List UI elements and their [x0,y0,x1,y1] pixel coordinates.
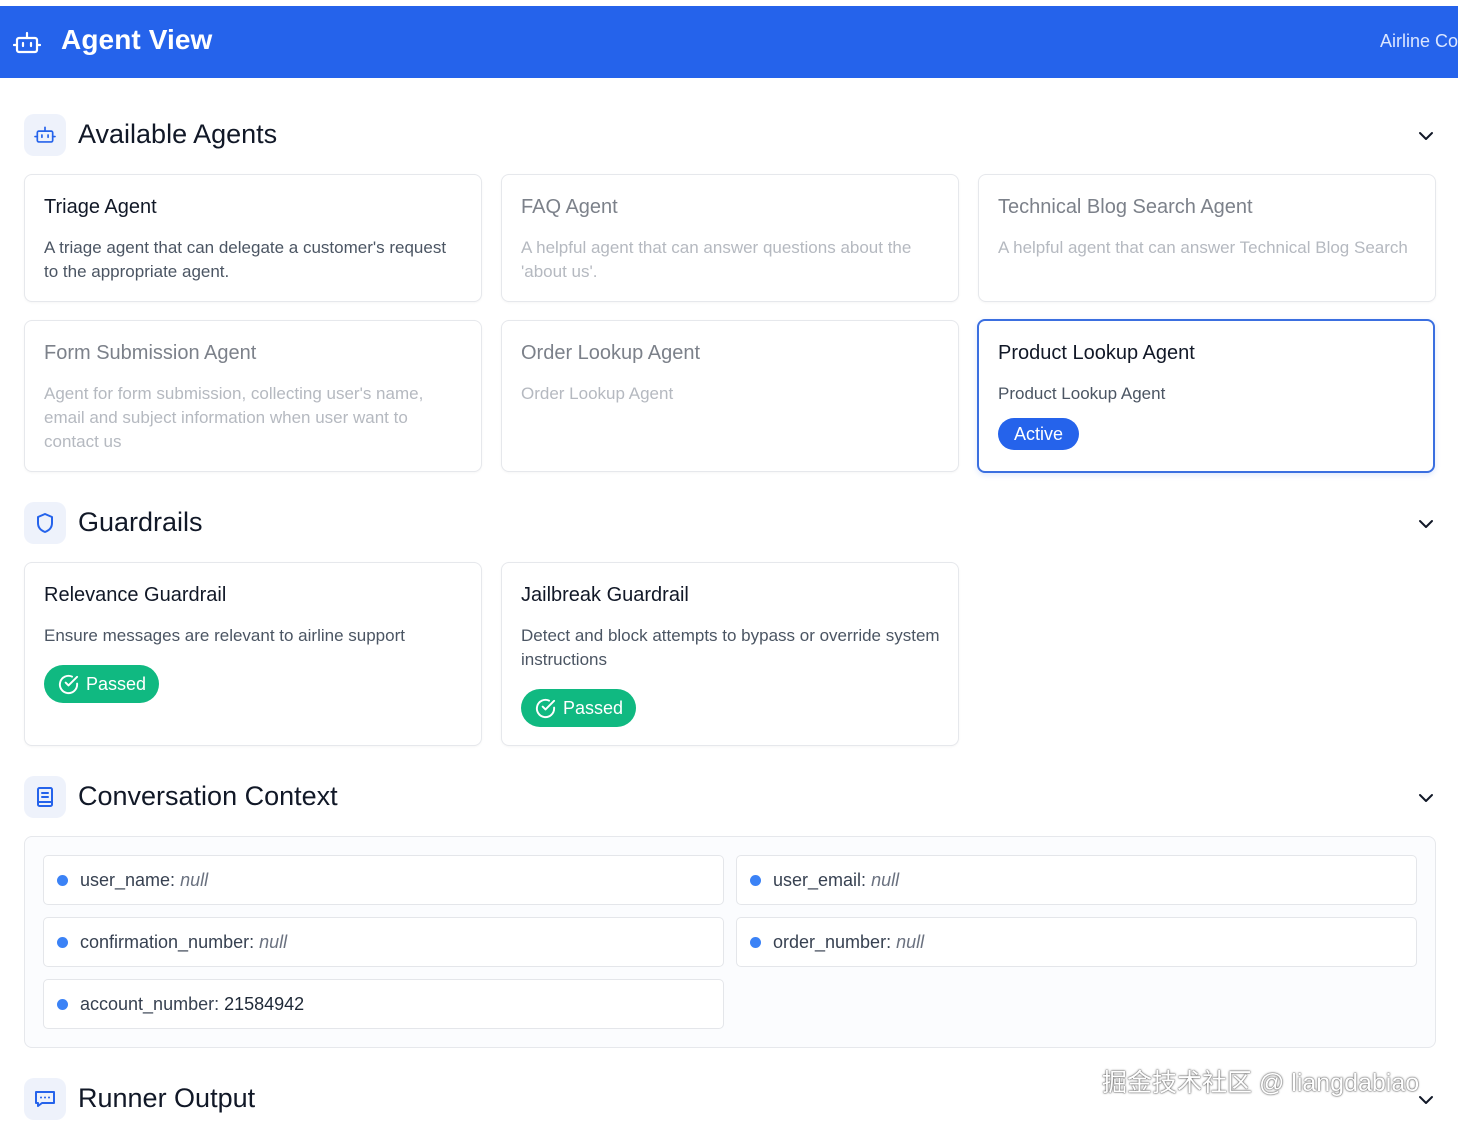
book-icon [37,787,53,807]
chevron-down-icon[interactable] [1416,126,1436,146]
agent-card-faq[interactable]: FAQ Agent A helpful agent that can answe… [501,174,959,302]
agent-name: Product Lookup Agent [998,342,1195,364]
passed-badge: Passed [44,665,160,703]
header-company-name: Airline Co [1380,31,1458,51]
shield-icon [37,513,53,533]
section-header-context[interactable]: Conversation Context [24,776,1436,820]
guardrail-card-relevance: Relevance Guardrail Ensure messages are … [24,562,482,746]
agent-card-form-submission[interactable]: Form Submission Agent Agent for form sub… [24,320,482,472]
status-dot [57,999,68,1010]
status-dot [750,875,761,886]
context-field-account-number: account_number: 21584942 [43,979,724,1029]
guardrail-name: Jailbreak Guardrail [521,584,689,606]
agent-name: Triage Agent [44,196,157,218]
check-circle-icon [58,674,79,694]
agent-description: Order Lookup Agent [521,384,674,403]
chevron-down-icon[interactable] [1416,788,1436,808]
field-key: user_name: [80,870,176,890]
context-field-confirmation-number: confirmation_number: null [43,917,724,967]
section-header-agents[interactable]: Available Agents [24,114,1436,158]
context-field-user-email: user_email: null [736,855,1417,905]
field-key: confirmation_number: [80,932,255,952]
status-dot [57,875,68,886]
agent-description: Product Lookup Agent [998,384,1166,403]
context-field-order-number: order_number: null [736,917,1417,967]
field-value: null [871,870,900,890]
message-icon [35,1091,55,1107]
guardrails-section-icon [24,502,66,544]
guardrail-description: Detect and block attempts to bypass or o… [521,626,940,669]
runner-section-icon [24,1078,66,1120]
section-title-context: Conversation Context [78,781,338,811]
context-field-user-name: user_name: null [43,855,724,905]
section-title-runner: Runner Output [78,1083,256,1113]
field-value: null [896,932,925,952]
check-circle-icon [535,698,556,718]
agent-card-technical-blog-search[interactable]: Technical Blog Search Agent A helpful ag… [978,174,1436,302]
guardrail-description: Ensure messages are relevant to airline … [44,626,405,645]
agent-card-triage[interactable]: Triage Agent A triage agent that can del… [24,174,482,302]
status-dot [750,937,761,948]
active-badge: Active [998,418,1080,450]
field-key: order_number: [773,932,892,952]
bot-icon [34,126,56,143]
section-header-guardrails[interactable]: Guardrails [24,502,1436,546]
field-key: user_email: [773,870,867,890]
agent-name: Form Submission Agent [44,342,257,364]
app-header: Agent View Airline Co [0,6,1458,78]
agent-description: A triage agent that can delegate a custo… [44,238,447,281]
agent-description: Agent for form submission, collecting us… [44,384,424,451]
agent-description: A helpful agent that can answer question… [521,238,912,281]
field-key: account_number: [80,994,220,1014]
field-value: null [180,870,209,890]
agent-name: Order Lookup Agent [521,342,701,364]
status-dot [57,937,68,948]
field-value: null [259,932,288,952]
chevron-down-icon[interactable] [1416,514,1436,534]
context-panel: user_name: null user_email: null confirm… [24,836,1436,1048]
agent-description: A helpful agent that can answer Technica… [998,238,1408,257]
agent-card-order-lookup[interactable]: Order Lookup Agent Order Lookup Agent [501,320,959,472]
context-section-icon [24,776,66,818]
agent-card-product-lookup[interactable]: Product Lookup Agent Product Lookup Agen… [977,319,1435,473]
section-title-guardrails: Guardrails [78,507,203,537]
passed-label: Passed [86,674,147,694]
watermark: 掘金技术社区 @ liangdabiao [1102,1069,1420,1097]
guardrail-name: Relevance Guardrail [44,584,227,606]
agents-section-icon [24,114,66,156]
passed-label: Passed [563,698,624,718]
agent-name: Technical Blog Search Agent [998,196,1253,218]
bot-icon [13,31,41,54]
passed-badge: Passed [521,689,637,727]
section-title-agents: Available Agents [78,119,278,149]
guardrail-card-jailbreak: Jailbreak Guardrail Detect and block att… [501,562,959,746]
agent-name: FAQ Agent [521,196,618,218]
app-title: Agent View [61,24,213,55]
field-value: 21584942 [224,994,305,1014]
